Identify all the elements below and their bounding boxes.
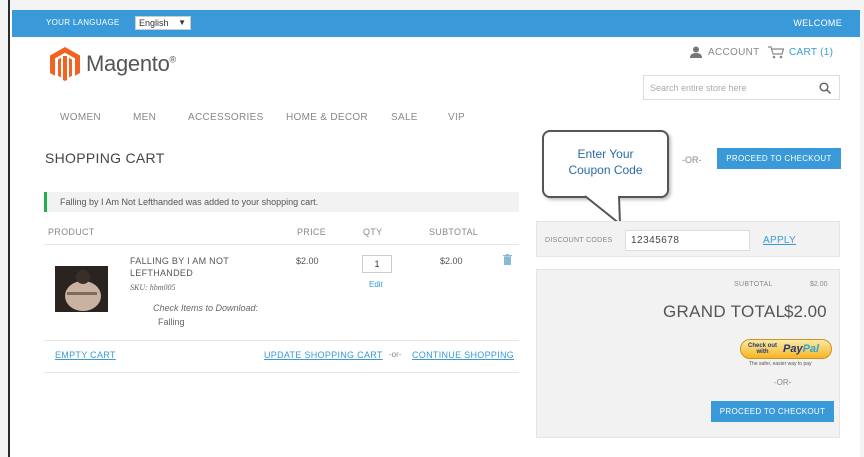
search-input[interactable] [644,76,814,99]
actions-divider [44,372,519,373]
person-icon [690,46,702,58]
account-label: ACCOUNT [708,46,760,58]
subtotal-label: SUBTOTAL [734,281,773,288]
success-message: Falling by I Am Not Lefthanded was added… [44,192,519,212]
table-divider [44,244,519,245]
product-photo-icon [55,266,108,312]
paypal-logo: PayPal [783,343,820,355]
product-price: $2.00 [296,256,319,266]
coupon-callout: Enter Your Coupon Code [542,130,669,198]
product-sku: SKU: hbm005 [130,283,176,292]
column-header-price: PRICE [297,227,327,237]
column-header-qty: QTY [363,227,383,237]
brand-name: Magento® [86,51,176,76]
chevron-down-icon: ▼ [178,18,186,27]
search-box [643,75,840,100]
language-select[interactable]: English ▼ [135,16,191,30]
discount-codes-box: DISCOUNT CODES 12345678 APPLY [536,221,840,257]
paypal-tagline: The safer, easier way to pay [749,361,812,367]
window-frame-top [0,0,864,10]
nav-item-men[interactable]: MEN [133,112,156,123]
column-header-product: PRODUCT [48,227,95,237]
or-separator-top: -OR- [682,155,702,165]
cart-label: CART (1) [789,47,834,58]
nav-item-vip[interactable]: VIP [448,112,465,123]
continue-shopping-link[interactable]: CONTINUE SHOPPING [412,350,514,360]
top-bar: YOUR LANGUAGE English ▼ WELCOME [12,10,860,37]
account-link[interactable]: ACCOUNT [690,46,760,58]
magento-logo-icon [50,47,80,81]
product-image[interactable] [55,266,108,312]
cart-link[interactable]: CART (1) [768,46,833,59]
magento-logo[interactable]: Magento® [50,46,176,82]
column-header-subtotal: SUBTOTAL [429,227,479,237]
nav-item-women[interactable]: WOMEN [60,112,101,123]
language-value: English [139,18,169,28]
empty-cart-link[interactable]: EMPTY CART [55,350,116,360]
row-divider [44,340,519,341]
proceed-to-checkout-button-bottom[interactable]: PROCEED TO CHECKOUT [711,401,834,422]
product-name[interactable]: FALLING BY I AM NOT LEFTHANDED [130,255,250,279]
subtotal-value: $2.00 [810,281,828,288]
window-frame-left [0,0,10,457]
welcome-text: WELCOME [793,18,842,28]
edit-link[interactable]: Edit [369,280,383,289]
quantity-input[interactable]: 1 [362,255,392,273]
discount-code-input[interactable]: 12345678 [625,230,750,251]
grand-total-value: $2.00 [784,302,827,321]
search-icon[interactable] [819,82,831,94]
nav-item-accessories[interactable]: ACCESSORIES [188,112,264,123]
update-cart-link[interactable]: UPDATE SHOPPING CART [264,350,383,360]
row-subtotal: $2.00 [440,256,463,266]
window-frame-right [860,0,864,457]
grand-total-label: GRAND TOTAL [663,302,786,321]
paypal-check-text: Check out with [748,343,778,355]
download-label: Check Items to Download: [153,303,259,313]
or-separator: -or- [389,350,402,359]
discount-label: DISCOUNT CODES [545,237,613,244]
or-separator-bottom: -OR- [774,378,792,387]
cart-icon [768,46,784,59]
paypal-checkout-button[interactable]: Check out with PayPal [740,339,832,359]
apply-link[interactable]: APPLY [763,235,796,246]
language-label: YOUR LANGUAGE [46,18,120,27]
nav-item-sale[interactable]: SALE [391,112,418,123]
callout-text: Enter Your Coupon Code [568,147,643,177]
trash-icon[interactable] [503,254,512,265]
proceed-to-checkout-button-top[interactable]: PROCEED TO CHECKOUT [717,148,841,169]
cart-totals-box: SUBTOTAL $2.00 GRAND TOTAL $2.00 Check o… [536,269,840,438]
page-title: SHOPPING CART [45,150,165,166]
nav-item-home-decor[interactable]: HOME & DECOR [286,112,368,123]
download-item: Falling [158,317,185,327]
